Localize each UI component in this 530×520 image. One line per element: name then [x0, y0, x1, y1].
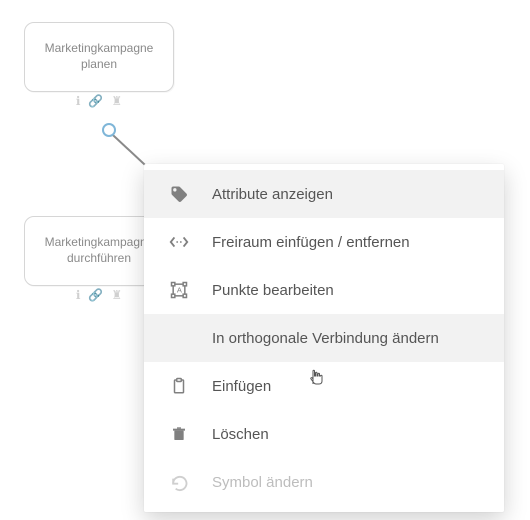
node-icons: ℹ 🔗 ♜: [76, 95, 122, 107]
menu-item-show-attributes[interactable]: Attribute anzeigen: [144, 170, 504, 218]
svg-text:A: A: [177, 286, 182, 295]
diagram-canvas[interactable]: Marketingkampagne planen ℹ 🔗 ♜ Marketing…: [0, 0, 530, 520]
menu-item-insert-remove-space[interactable]: Freiraum einfügen / entfernen: [144, 218, 504, 266]
undo-icon: [164, 472, 194, 492]
spacer-icon: [164, 234, 194, 250]
menu-item-edit-points[interactable]: A Punkte bearbeiten: [144, 266, 504, 314]
menu-label: In orthogonale Verbindung ändern: [212, 330, 484, 347]
menu-item-change-symbol: Symbol ändern: [144, 458, 504, 506]
menu-label: Löschen: [212, 426, 484, 443]
process-node-plan[interactable]: Marketingkampagne planen ℹ 🔗 ♜: [24, 22, 174, 92]
trash-icon: [164, 424, 194, 444]
node-icons: ℹ 🔗 ♜: [76, 289, 122, 301]
link-icon: 🔗: [88, 289, 103, 301]
org-icon: ♜: [111, 95, 122, 107]
menu-label: Punkte bearbeiten: [212, 282, 484, 299]
info-icon: ℹ: [76, 95, 81, 107]
menu-label: Attribute anzeigen: [212, 186, 484, 203]
node-label: Marketingkampagne planen: [25, 41, 173, 72]
tag-icon: [164, 184, 194, 204]
menu-item-paste[interactable]: Einfügen: [144, 362, 504, 410]
transform-icon: A: [164, 280, 194, 300]
menu-label: Einfügen: [212, 378, 484, 395]
connector-handle[interactable]: [102, 123, 116, 137]
org-icon: ♜: [111, 289, 122, 301]
info-icon: ℹ: [76, 289, 81, 301]
clipboard-icon: [164, 376, 194, 396]
connection-context-menu: Attribute anzeigen Freiraum einfügen / e…: [144, 164, 504, 512]
menu-label: Symbol ändern: [212, 474, 484, 491]
menu-item-to-orthogonal[interactable]: In orthogonale Verbindung ändern: [144, 314, 504, 362]
link-icon: 🔗: [88, 95, 103, 107]
menu-label: Freiraum einfügen / entfernen: [212, 234, 484, 251]
menu-item-delete[interactable]: Löschen: [144, 410, 504, 458]
